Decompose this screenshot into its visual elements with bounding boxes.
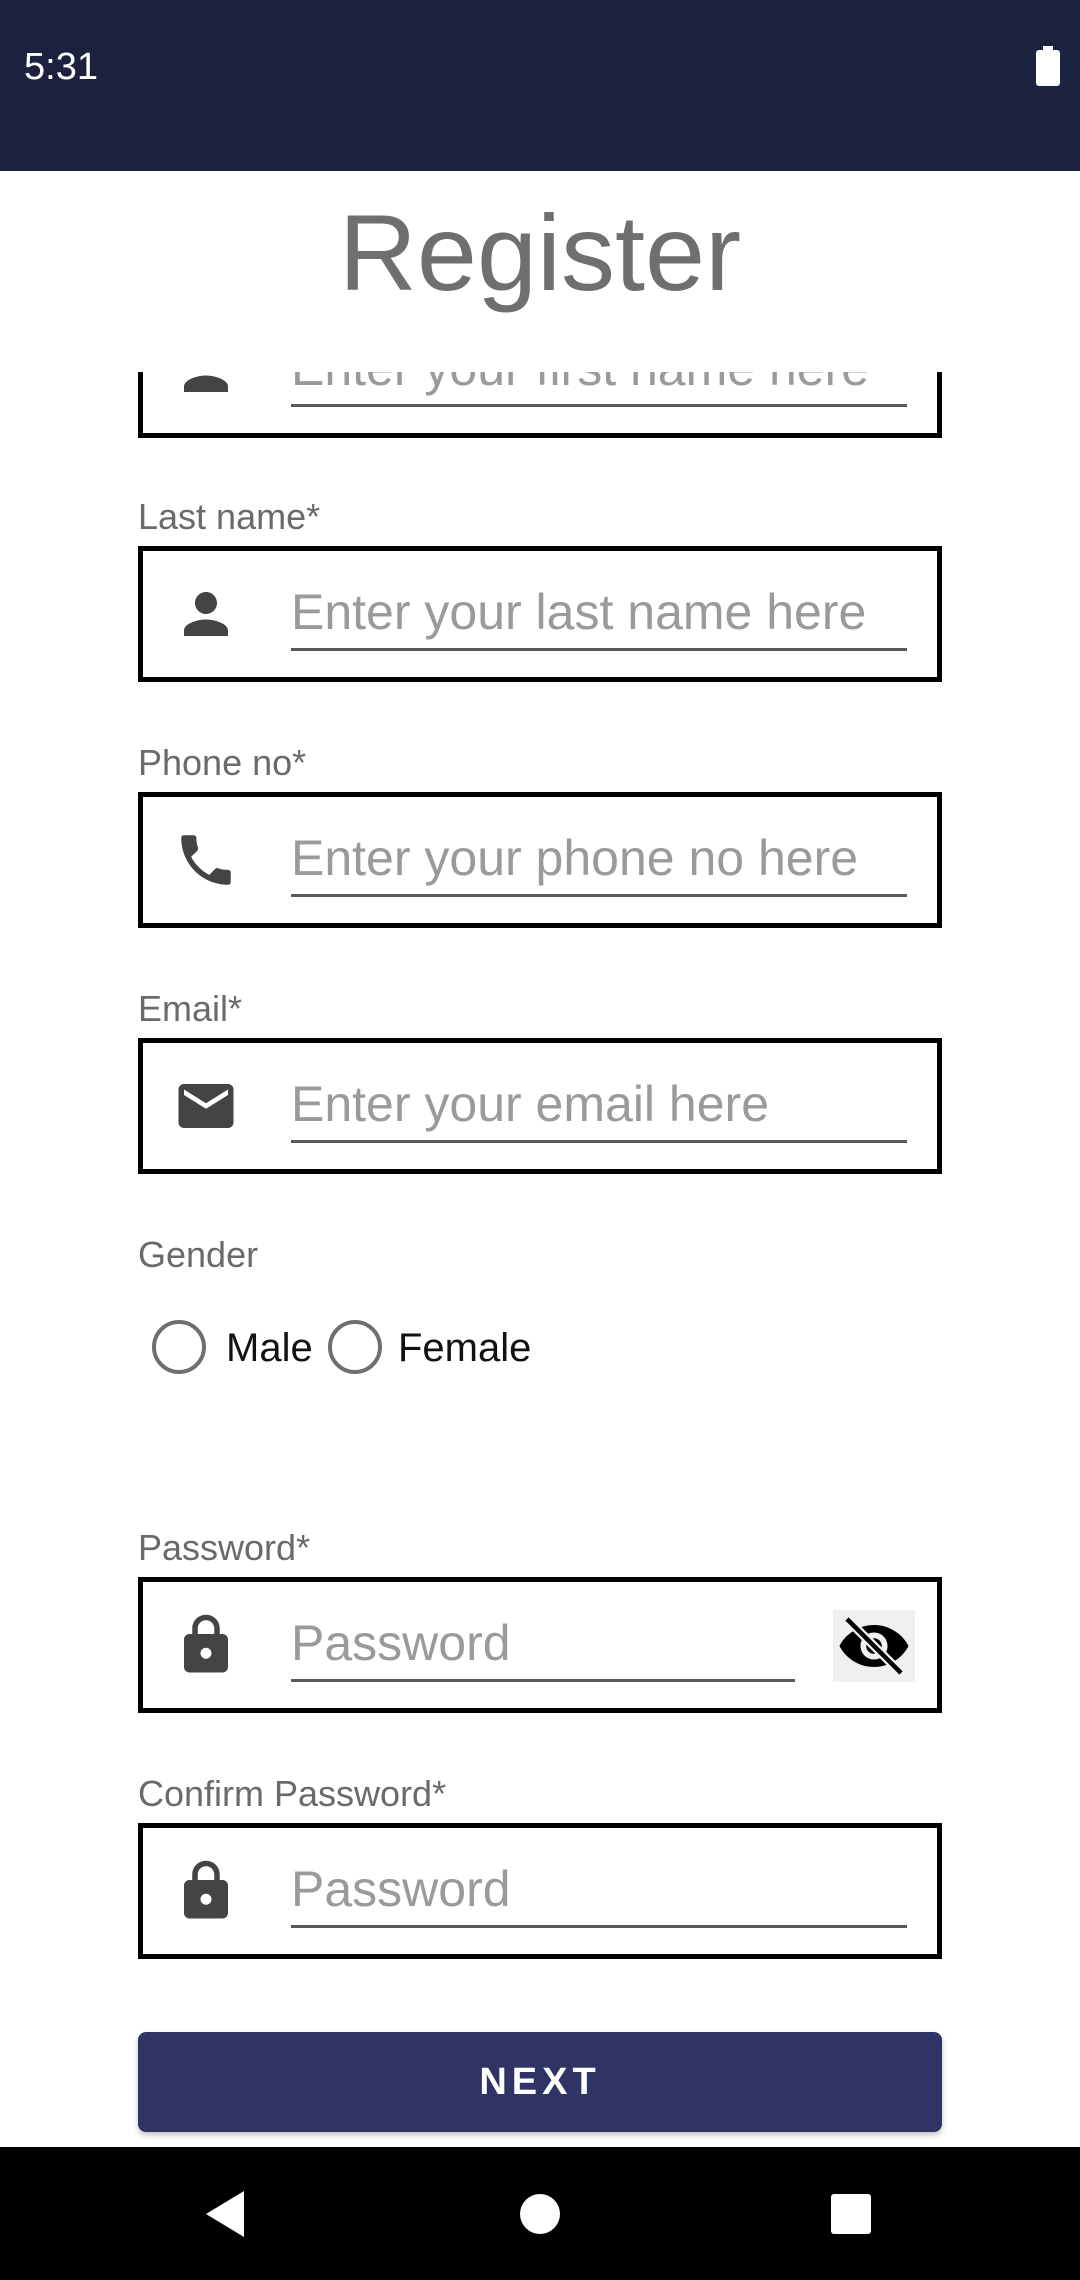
last-name-field [138, 546, 942, 682]
lock-icon [184, 1614, 228, 1673]
person-icon [184, 592, 228, 636]
email-field [138, 1038, 942, 1174]
email-input[interactable] [291, 1067, 907, 1143]
phone-input[interactable] [291, 821, 907, 897]
home-circle-icon[interactable] [517, 2187, 563, 2241]
last-name-label: Last name* [138, 496, 321, 537]
battery-full-icon [1036, 46, 1060, 86]
last-name-input[interactable] [291, 575, 907, 651]
status-bar: 5:31 [0, 0, 1080, 171]
gender-label: Gender [138, 1234, 259, 1275]
register-form[interactable]: Last name* Phone no* Email* Gender Male … [0, 372, 1080, 2147]
next-button[interactable]: NEXT [138, 2032, 942, 2132]
confirm-password-input[interactable] [291, 1852, 907, 1928]
password-label: Password* [138, 1527, 311, 1568]
radio-male[interactable] [152, 1320, 206, 1374]
status-time: 5:31 [24, 46, 98, 88]
person-icon [184, 375, 228, 392]
radio-label-female[interactable]: Female [398, 1326, 531, 1371]
page-title: Register [338, 192, 742, 313]
confirm-password-label: Confirm Password* [138, 1773, 447, 1814]
first-name-input[interactable] [291, 372, 907, 407]
system-nav-bar [0, 2147, 1080, 2280]
phone-field [138, 792, 942, 928]
radio-label-male[interactable]: Male [226, 1326, 313, 1371]
first-name-field [138, 372, 942, 438]
confirm-password-field [138, 1823, 942, 1959]
visibility-off-icon [839, 1616, 909, 1676]
password-field [138, 1577, 942, 1713]
phone-icon [181, 835, 231, 885]
recents-square-icon[interactable] [828, 2187, 874, 2241]
lock-icon [184, 1860, 228, 1919]
password-visibility-toggle[interactable] [833, 1610, 915, 1682]
password-input[interactable] [291, 1606, 795, 1682]
mail-icon [178, 1084, 234, 1128]
back-triangle-icon[interactable] [200, 2187, 250, 2241]
radio-female[interactable] [328, 1320, 382, 1374]
phone-label: Phone no* [138, 742, 307, 783]
email-label: Email* [138, 988, 243, 1029]
